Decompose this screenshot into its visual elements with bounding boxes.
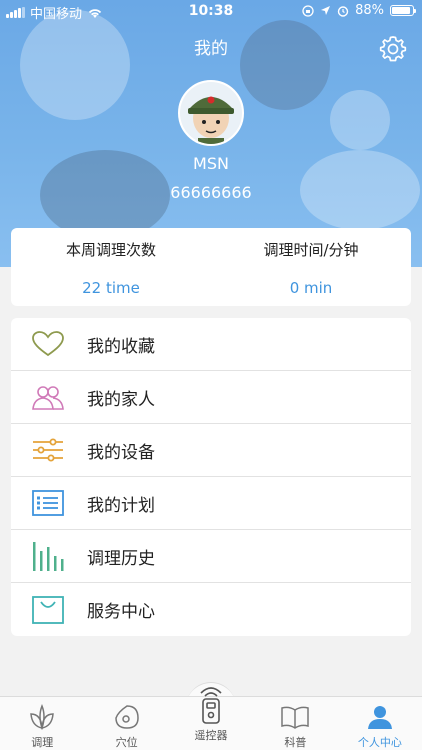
bars-icon	[30, 540, 66, 572]
tab-conditioning[interactable]: 调理	[0, 697, 84, 750]
menu-item-service[interactable]: 服务中心	[11, 583, 411, 636]
heart-icon	[30, 328, 66, 360]
tab-remote[interactable]: 遥控器	[169, 687, 253, 750]
tab-knowledge[interactable]: 科普	[253, 697, 337, 750]
page-title: 我的	[194, 39, 228, 59]
stat-value: 0 min	[289, 279, 333, 297]
tab-bar: 调理 穴位 遥控器 科普 个人中心	[0, 687, 422, 750]
stat-value: 22 time	[82, 279, 140, 297]
avatar-image	[180, 82, 242, 144]
location-icon	[321, 6, 331, 15]
sliders-icon	[30, 434, 66, 466]
menu-label: 我的收藏	[87, 336, 155, 357]
tab-label: 遥控器	[194, 729, 228, 742]
menu-label: 调理历史	[87, 548, 155, 569]
profile-name: MSN	[193, 154, 229, 173]
battery-icon	[390, 5, 416, 16]
stat-label: 调理时间/分钟	[263, 241, 359, 259]
tab-label: 科普	[284, 736, 307, 749]
person-icon	[367, 703, 393, 730]
status-bar: 中国移动 10:38 88%	[0, 0, 422, 24]
tab-acupoints[interactable]: 穴位	[84, 697, 168, 750]
stat-weekly-sessions: 本周调理次数 22 time	[11, 228, 211, 306]
profile-header: 中国移动 10:38 88% 我的 MSN 66666666	[0, 0, 422, 267]
rotation-lock-icon	[302, 4, 314, 17]
menu-list: 我的收藏 我的家人 我的设备 我的计划 调理历史 服务中心	[11, 318, 411, 636]
menu-item-favorites[interactable]: 我的收藏	[11, 318, 411, 371]
family-icon	[30, 381, 66, 413]
remote-icon	[194, 685, 228, 724]
leaf-icon	[28, 703, 56, 730]
menu-label: 我的设备	[87, 442, 155, 463]
profile-id: 66666666	[170, 183, 252, 202]
tab-label: 穴位	[115, 736, 138, 749]
menu-label: 我的计划	[87, 495, 155, 516]
stat-minutes: 调理时间/分钟 0 min	[211, 228, 411, 306]
tab-personal-center[interactable]: 个人中心	[338, 697, 422, 750]
menu-item-plan[interactable]: 我的计划	[11, 477, 411, 530]
acupoint-icon	[114, 703, 140, 730]
stats-card: 本周调理次数 22 time 调理时间/分钟 0 min	[11, 228, 411, 306]
alarm-icon	[337, 5, 349, 17]
settings-gear-icon[interactable]	[378, 34, 408, 64]
menu-item-history[interactable]: 调理历史	[11, 530, 411, 583]
battery-percent: 88%	[355, 3, 384, 18]
tab-label: 个人中心	[357, 736, 402, 749]
stat-label: 本周调理次数	[65, 241, 156, 259]
menu-label: 我的家人	[87, 389, 155, 410]
book-icon	[280, 703, 310, 730]
bag-icon	[30, 594, 66, 626]
tab-label: 调理	[31, 736, 54, 749]
avatar[interactable]	[178, 80, 244, 146]
menu-label: 服务中心	[87, 602, 155, 622]
menu-item-family[interactable]: 我的家人	[11, 371, 411, 424]
menu-item-devices[interactable]: 我的设备	[11, 424, 411, 477]
list-icon	[30, 487, 66, 519]
